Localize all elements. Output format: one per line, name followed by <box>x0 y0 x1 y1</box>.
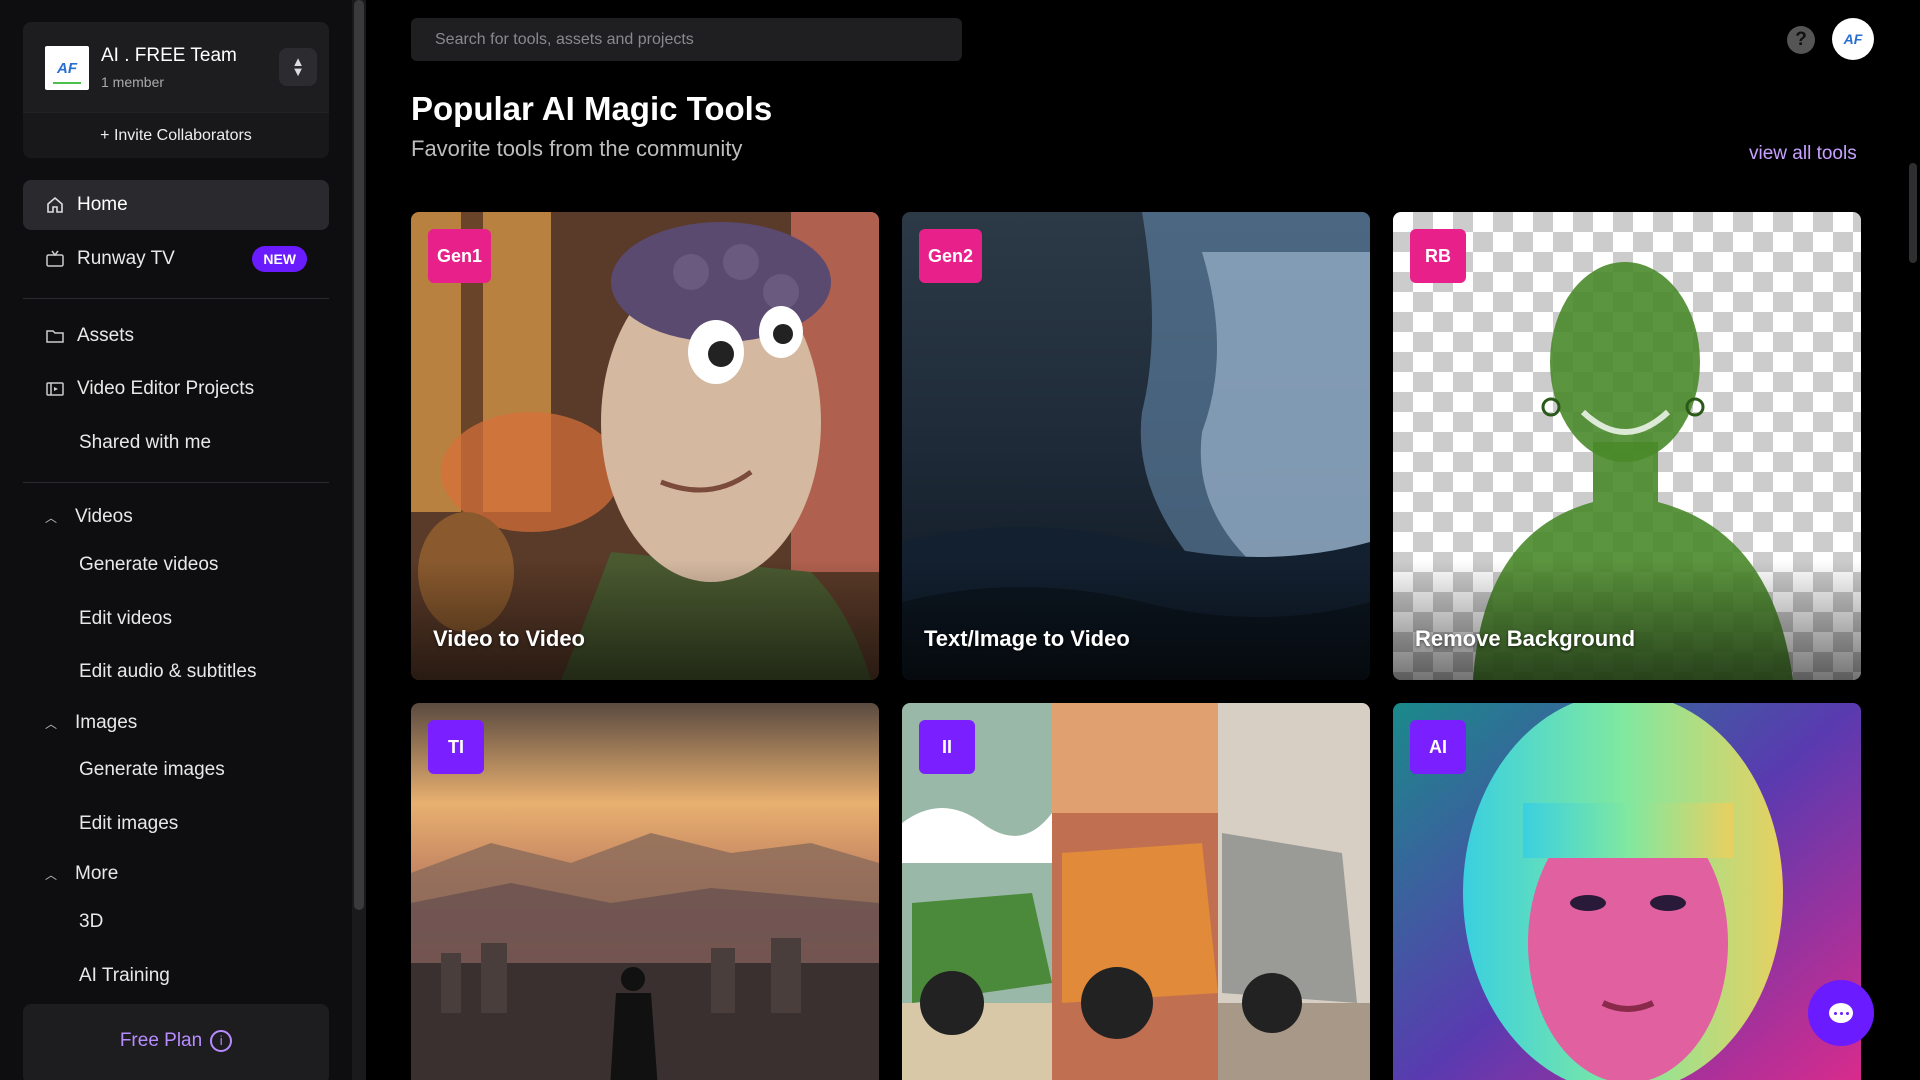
team-switcher-button[interactable]: ▲ ▼ <box>279 48 317 86</box>
sidebar-item-shared-with-me[interactable]: Shared with me <box>23 418 329 468</box>
section-toggle-images[interactable]: ︿ Images <box>23 703 329 743</box>
chat-support-button[interactable] <box>1808 980 1874 1046</box>
team-card: AF AI . FREE Team 1 member ▲ ▼ + Invite … <box>23 22 329 158</box>
folder-icon <box>45 326 75 346</box>
sidebar-item-label: Runway TV <box>77 248 175 269</box>
tv-icon <box>45 249 75 269</box>
tool-card-text-to-image[interactable]: TI <box>411 703 879 1080</box>
sidebar-divider <box>23 482 329 483</box>
tool-card-remove-background[interactable]: RB Remove Background <box>1393 212 1861 680</box>
tool-card-image-to-image[interactable]: II <box>902 703 1370 1080</box>
tool-title: Video to Video <box>433 626 585 651</box>
plan-box[interactable]: Free Plan i <box>23 1004 329 1080</box>
main-scrollbar[interactable] <box>1906 78 1920 1080</box>
chat-icon <box>1829 1003 1853 1023</box>
plan-name: Free Plan <box>119 1030 203 1052</box>
page-subtitle: Favorite tools from the community <box>411 136 743 161</box>
plan-label: Free Plan i <box>23 1030 329 1052</box>
sidebar-item-label: Home <box>77 194 128 215</box>
team-logo: AF <box>45 46 89 90</box>
tool-tag: Gen1 <box>428 229 492 283</box>
team-member-count: 1 member <box>101 74 165 90</box>
sidebar-item-label: Generate images <box>79 759 225 780</box>
avatar[interactable]: AF <box>1832 18 1874 60</box>
tool-tag: RB <box>1410 229 1466 283</box>
sidebar-item-ai-training[interactable]: AI Training <box>23 951 329 1001</box>
sidebar-item-label: Edit audio & subtitles <box>79 661 257 682</box>
section-label: More <box>75 863 119 884</box>
sidebar-item-assets[interactable]: Assets <box>23 311 329 361</box>
chevron-down-icon: ▼ <box>291 64 305 79</box>
chevron-up-icon: ︿ <box>45 716 58 731</box>
tool-tag: AI <box>1410 720 1466 774</box>
chevron-up-icon: ︿ <box>45 867 58 882</box>
sidebar-item-home[interactable]: Home <box>23 180 329 230</box>
sidebar-divider <box>23 298 329 299</box>
tool-tag: Gen2 <box>919 229 983 283</box>
tool-card-ai[interactable]: AI <box>1393 703 1861 1080</box>
sidebar-item-label: Edit images <box>79 813 179 834</box>
page-title: Popular AI Magic Tools <box>411 90 773 127</box>
tool-tag: II <box>919 720 975 774</box>
sidebar-item-label: Generate videos <box>79 554 219 575</box>
main-scrollbar-thumb[interactable] <box>1909 163 1917 263</box>
section-toggle-more[interactable]: ︿ More <box>23 854 329 894</box>
view-all-tools-link[interactable]: view all tools <box>1749 143 1857 165</box>
section-label: Videos <box>75 506 133 527</box>
search-input[interactable] <box>411 18 962 61</box>
sidebar-item-generate-images[interactable]: Generate images <box>23 745 329 795</box>
info-icon[interactable]: i <box>210 1030 233 1052</box>
tool-title: Text/Image to Video <box>924 626 1130 651</box>
sidebar-item-video-editor-projects[interactable]: Video Editor Projects <box>23 364 329 414</box>
sidebar-item-label: Assets <box>77 325 135 346</box>
invite-collaborators-button[interactable]: + Invite Collaborators <box>23 112 329 158</box>
team-name: AI . FREE Team <box>101 45 237 66</box>
video-editor-icon <box>45 379 75 399</box>
sidebar-scrollbar[interactable] <box>352 0 366 1080</box>
tool-card-video-to-video[interactable]: Gen1 Video to Video <box>411 212 879 680</box>
sidebar-item-3d[interactable]: 3D <box>23 897 329 947</box>
tool-tag: TI <box>428 720 484 774</box>
chevron-up-icon: ︿ <box>45 510 58 525</box>
sidebar-item-label: AI Training <box>79 965 170 986</box>
tool-title: Remove Background <box>1415 626 1636 651</box>
sidebar-item-runway-tv[interactable]: Runway TV NEW <box>23 234 329 284</box>
new-badge: NEW <box>252 246 307 272</box>
sidebar-item-label: 3D <box>79 911 104 932</box>
team-header[interactable]: AF AI . FREE Team 1 member ▲ ▼ <box>23 22 329 112</box>
sidebar-item-generate-videos[interactable]: Generate videos <box>23 540 329 590</box>
sidebar-item-label: Video Editor Projects <box>77 378 255 399</box>
sidebar-item-edit-audio-subtitles[interactable]: Edit audio & subtitles <box>23 647 329 697</box>
help-icon[interactable]: ? <box>1787 26 1815 54</box>
sidebar-scrollbar-thumb[interactable] <box>354 0 364 910</box>
home-icon <box>45 195 75 215</box>
sidebar-item-edit-videos[interactable]: Edit videos <box>23 594 329 644</box>
sidebar: AF AI . FREE Team 1 member ▲ ▼ + Invite … <box>0 0 352 1080</box>
section-toggle-videos[interactable]: ︿ Videos <box>23 497 329 537</box>
sidebar-item-label: Shared with me <box>79 432 212 453</box>
tool-card-text-image-to-video[interactable]: Gen2 Text/Image to Video <box>902 212 1370 680</box>
section-label: Images <box>75 712 138 733</box>
sidebar-item-edit-images[interactable]: Edit images <box>23 799 329 849</box>
sidebar-item-label: Edit videos <box>79 608 172 629</box>
